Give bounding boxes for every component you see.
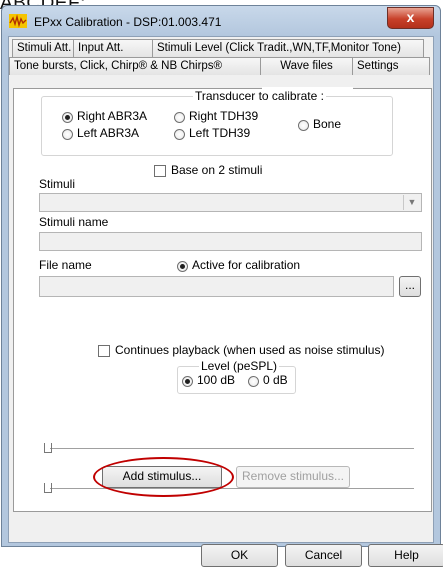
label-right-tdh39: Right TDH39 [189, 109, 259, 123]
stimuli-label: Stimuli [39, 177, 76, 191]
tab-stimuli-att[interactable]: Stimuli Att. [12, 39, 74, 57]
tab-tone-bursts[interactable]: Tone bursts, Click, Chirp® & NB Chirps® [9, 57, 262, 75]
radio-bone[interactable] [298, 120, 309, 131]
radio-right-tdh39[interactable] [174, 112, 185, 123]
app-icon [9, 14, 27, 28]
label-left-abr3a: Left ABR3A [77, 126, 140, 140]
window-title: EPxx Calibration - DSP:01.003.471 [34, 15, 222, 29]
radio-left-tdh39[interactable] [174, 129, 185, 140]
file-name-field[interactable] [39, 276, 394, 297]
radio-level-100db[interactable] [182, 376, 193, 387]
continues-playback-label: Continues playback (when used as noise s… [115, 343, 385, 357]
label-bone: Bone [313, 117, 342, 131]
label-left-tdh39: Left TDH39 [189, 126, 251, 140]
label-level-0db: 0 dB [263, 373, 288, 387]
highlight-ring [93, 457, 234, 497]
file-name-label: File name [39, 258, 92, 272]
radio-level-0db[interactable] [248, 376, 259, 387]
level-group-title: Level (peSPL) [199, 359, 280, 373]
active-for-calibration-label: Active for calibration [192, 258, 301, 272]
stimuli-name-label: Stimuli name [39, 215, 109, 229]
tab-wave-files[interactable]: Wave files [260, 57, 353, 75]
base-on-2-stimuli-checkbox[interactable] [154, 165, 166, 177]
base-on-2-stimuli-label: Base on 2 stimuli [171, 163, 263, 177]
slider-thumb[interactable] [44, 483, 52, 493]
help-button[interactable]: Help [368, 544, 443, 567]
tab-input-att[interactable]: Input Att. [73, 39, 153, 57]
radio-left-abr3a[interactable] [62, 129, 73, 140]
title-bar[interactable]: EPxx Calibration - DSP:01.003.471 x [2, 6, 440, 36]
continues-playback-checkbox[interactable] [98, 345, 110, 357]
browse-button[interactable]: ... [399, 276, 421, 297]
wave-files-panel: Transducer to calibrate : Right ABR3A Ri… [13, 87, 432, 512]
ok-button[interactable]: OK [201, 544, 278, 567]
stimuli-combobox[interactable]: ▼ [39, 193, 422, 212]
level-slider-1[interactable] [42, 443, 414, 453]
cancel-button[interactable]: Cancel [285, 544, 362, 567]
label-level-100db: 100 dB [197, 373, 236, 387]
tab-stimuli-level[interactable]: Stimuli Level (Click Tradit.,WN,TF,Monit… [152, 39, 424, 57]
stimuli-name-field[interactable] [39, 232, 422, 251]
label-right-abr3a: Right ABR3A [77, 109, 148, 123]
remove-stimulus-button: Remove stimulus... [236, 466, 350, 488]
radio-right-abr3a[interactable] [62, 112, 73, 123]
slider-thumb[interactable] [44, 443, 52, 453]
transducer-group-title: Transducer to calibrate : [193, 89, 326, 103]
tab-settings[interactable]: Settings [352, 57, 430, 75]
active-for-calibration-radio[interactable] [177, 261, 188, 272]
slider-track [50, 448, 414, 450]
close-button[interactable]: x [387, 7, 434, 29]
chevron-down-icon[interactable]: ▼ [403, 195, 420, 210]
